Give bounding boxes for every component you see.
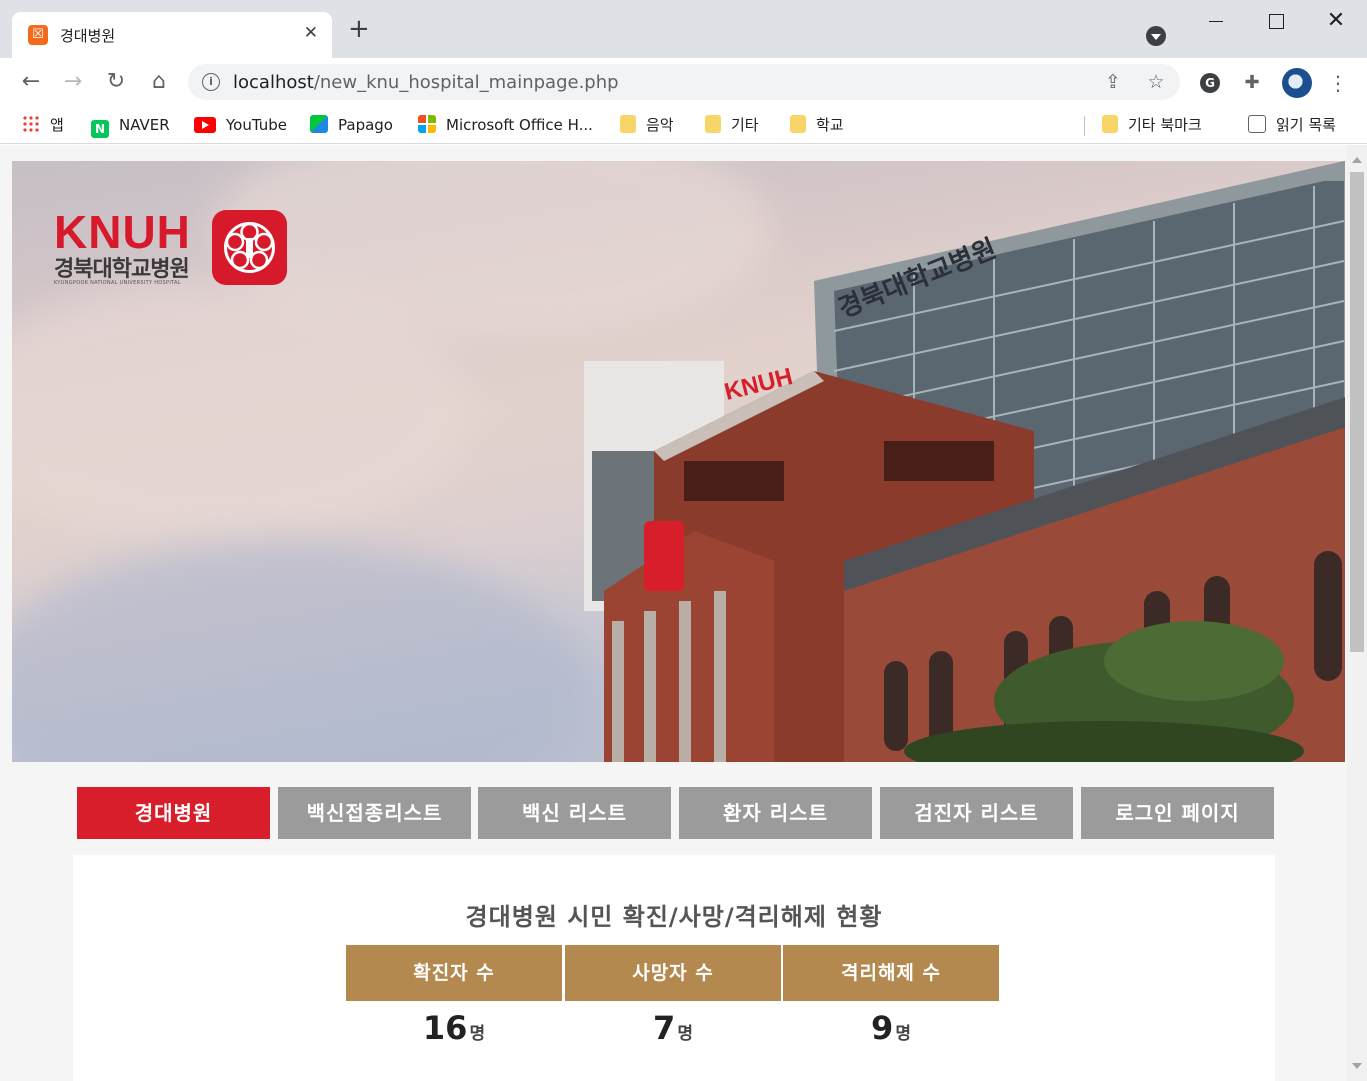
reading-list-icon	[1248, 115, 1266, 133]
home-icon[interactable]: ⌂	[145, 68, 173, 96]
bookmark-label: YouTube	[226, 116, 287, 134]
bookmark-label: 학교	[816, 116, 844, 134]
browser-titlebar: ☒ 경대병원 ✕ + ✕	[0, 0, 1367, 58]
menu-button-home[interactable]: 경대병원	[77, 787, 270, 839]
stat-value-confirmed: 16 명	[346, 1009, 562, 1047]
stat-number: 9	[871, 1009, 894, 1047]
menu-kebab-icon[interactable]: ⋮	[1326, 71, 1350, 95]
stat-number: 7	[653, 1009, 676, 1047]
stat-unit: 명	[677, 1024, 693, 1044]
hospital-emblem-icon	[212, 210, 287, 285]
bookmark-folder-music[interactable]: 음악	[620, 114, 674, 136]
stat-header-confirmed: 확진자 수	[346, 945, 562, 1001]
reload-icon[interactable]: ↻	[102, 68, 130, 96]
bookmark-label: 읽기 목록	[1276, 116, 1336, 134]
stats-title: 경대병원 시민 확진/사망/격리해제 현황	[465, 903, 883, 931]
bookmark-label: 기타 북마크	[1128, 116, 1202, 134]
url-text[interactable]: localhost/new_knu_hospital_mainpage.php	[233, 72, 619, 93]
bookmark-folder-school[interactable]: 학교	[790, 114, 844, 136]
new-tab-icon[interactable]: +	[348, 16, 370, 42]
share-icon[interactable]: ⇪	[1102, 71, 1124, 93]
reading-list[interactable]: 읽기 목록	[1248, 114, 1336, 136]
tab-close-icon[interactable]: ✕	[304, 23, 318, 43]
logo-korean-name: 경북대학교병원	[54, 257, 190, 282]
bookmark-label: 앱	[50, 116, 64, 134]
stat-unit: 명	[895, 1024, 911, 1044]
close-window-button[interactable]: ✕	[1316, 8, 1356, 36]
main-menu: 경대병원 백신접종리스트 백신 리스트 환자 리스트 검진자 리스트 로그인 페…	[77, 787, 1274, 839]
naver-icon: N	[91, 120, 109, 138]
vertical-scrollbar[interactable]	[1347, 145, 1367, 1081]
bookmark-label: 기타	[731, 116, 759, 134]
menu-button-patient-list[interactable]: 환자 리스트	[679, 787, 872, 839]
browser-toolbar: ← → ↻ ⌂ i localhost/new_knu_hospital_mai…	[0, 58, 1367, 106]
page-viewport: KNUH 경북대학교병원 KNUH 경북대학교병원 KYUNGPOOK NATI…	[0, 145, 1347, 1081]
folder-icon	[705, 115, 721, 133]
site-info-icon[interactable]: i	[202, 73, 220, 91]
forward-arrow-icon[interactable]: →	[59, 68, 87, 96]
bookmark-microsoft-office[interactable]: Microsoft Office H...	[418, 114, 593, 136]
scrollbar-thumb[interactable]	[1350, 172, 1364, 652]
address-bar[interactable]: i localhost/new_knu_hospital_mainpage.ph…	[188, 64, 1180, 100]
scroll-up-arrow-icon[interactable]	[1352, 157, 1362, 163]
maximize-button[interactable]	[1256, 8, 1296, 36]
browser-tab[interactable]: ☒ 경대병원 ✕	[12, 12, 332, 58]
tab-search-icon[interactable]	[1146, 26, 1166, 46]
bookmarks-divider	[1084, 116, 1085, 136]
folder-icon	[620, 115, 636, 133]
url-path: /new_knu_hospital_mainpage.php	[313, 72, 619, 93]
menu-button-vaccine-list[interactable]: 백신 리스트	[478, 787, 671, 839]
cloud-shape	[12, 541, 592, 762]
logo-english-name: KYUNGPOOK NATIONAL UNIVERSITY HOSPITAL	[54, 280, 181, 286]
url-host: localhost	[233, 72, 314, 93]
stat-value-released: 9명	[783, 1009, 999, 1047]
bookmarks-bar: 앱 N NAVER YouTube Papago Microsoft Office…	[0, 106, 1367, 144]
knuh-logo[interactable]: KNUH 경북대학교병원 KYUNGPOOK NATIONAL UNIVERSI…	[54, 207, 294, 297]
menu-button-login[interactable]: 로그인 페이지	[1081, 787, 1274, 839]
back-arrow-icon[interactable]: ←	[17, 68, 45, 96]
bookmark-apps[interactable]: 앱	[22, 114, 64, 136]
stat-header-released: 격리해제 수	[783, 945, 999, 1001]
grammarly-extension-icon[interactable]: G	[1200, 73, 1220, 93]
stat-header-deaths: 사망자 수	[565, 945, 781, 1001]
hero-banner: KNUH 경북대학교병원 KNUH 경북대학교병원 KYUNGPOOK NATI…	[12, 161, 1345, 762]
papago-icon	[310, 115, 328, 133]
microsoft-icon	[418, 115, 436, 133]
scroll-down-arrow-icon[interactable]	[1352, 1063, 1362, 1069]
other-bookmarks[interactable]: 기타 북마크	[1102, 114, 1202, 136]
apps-icon	[22, 115, 40, 133]
bookmark-naver[interactable]: N NAVER	[91, 114, 170, 138]
bookmark-label: Microsoft Office H...	[446, 116, 593, 134]
extensions-puzzle-icon[interactable]: ✚	[1240, 71, 1264, 95]
stat-unit: 명	[469, 1024, 486, 1044]
xampp-favicon-icon: ☒	[28, 25, 48, 45]
menu-button-examinee-list[interactable]: 검진자 리스트	[880, 787, 1073, 839]
menu-button-vaccination-list[interactable]: 백신접종리스트	[278, 787, 471, 839]
stats-panel: 경대병원 시민 확진/사망/격리해제 현황 확진자 수 사망자 수 격리해제 수…	[73, 855, 1275, 1081]
bookmark-star-icon[interactable]: ☆	[1145, 71, 1167, 93]
bookmark-label: 음악	[646, 116, 674, 134]
folder-icon	[1102, 115, 1118, 133]
folder-icon	[790, 115, 806, 133]
bookmark-youtube[interactable]: YouTube	[194, 114, 287, 136]
stat-number: 16	[422, 1009, 468, 1047]
bookmark-papago[interactable]: Papago	[310, 114, 393, 136]
youtube-icon	[194, 117, 216, 133]
profile-avatar[interactable]	[1282, 68, 1312, 98]
minimize-button[interactable]	[1196, 8, 1236, 36]
tab-title: 경대병원	[60, 27, 116, 45]
stat-value-deaths: 7명	[565, 1009, 781, 1047]
bookmark-label: NAVER	[119, 116, 170, 134]
bookmark-folder-etc[interactable]: 기타	[705, 114, 759, 136]
logo-wordmark: KNUH	[54, 206, 191, 258]
bookmark-label: Papago	[338, 116, 393, 134]
